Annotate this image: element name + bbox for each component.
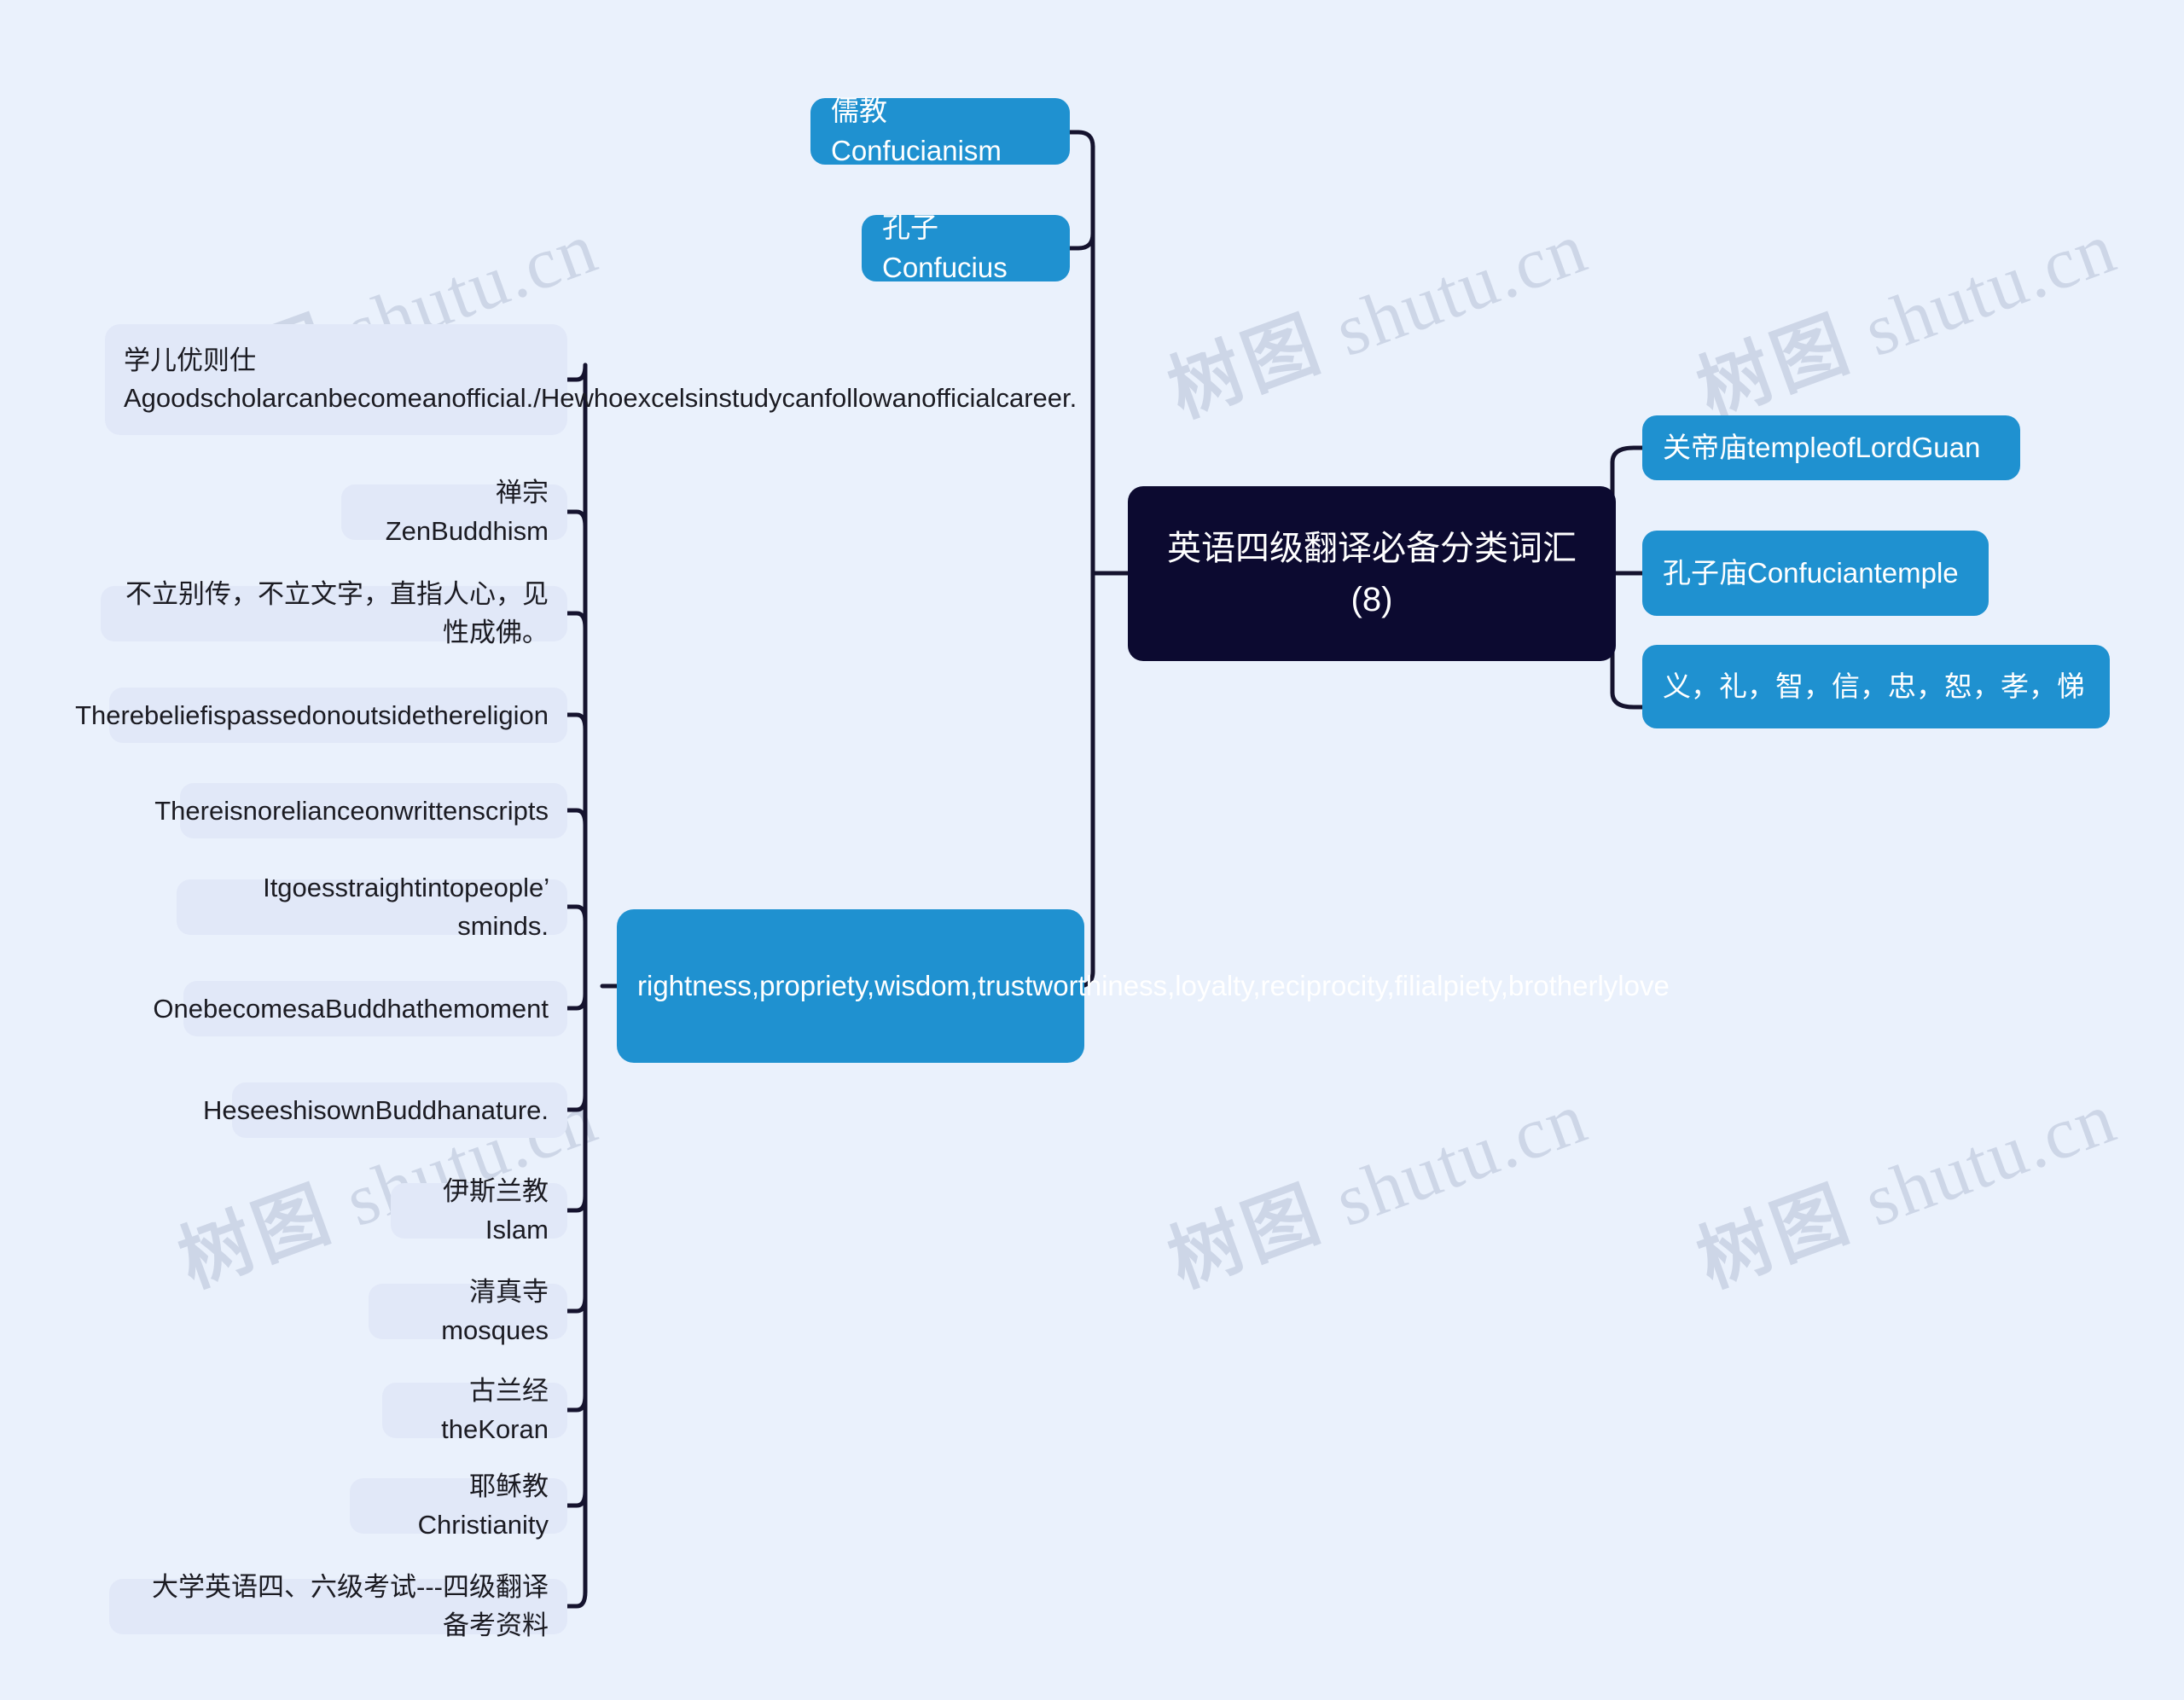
branch-node-virtues-en[interactable]: rightness,propriety,wisdom,trustworthine… [617,909,1670,1063]
leaf-node-label: 伊斯兰教Islam [443,1176,549,1245]
mindmap-canvas: 树图 shutu.cn 树图 shutu.cn 树图 shutu.cn 树图 s… [0,0,2184,1700]
leaf-node-zen-motto[interactable]: 不立别传，不立文字，直指人心，见性成佛。 [101,579,567,647]
branch-node-label: 孔子Confucius [882,212,1008,283]
edge-leaf-7 [565,991,588,1011]
edge-right-3 [1610,690,1645,710]
watermark-latin: shutu.cn [1853,1076,2127,1242]
branch-node-label: 义，礼，智，信，忠，恕，孝，悌 [1663,670,2085,702]
edge-leaf-5 [565,808,588,827]
edge-left-2 [1067,231,1095,251]
branch-node-confucius[interactable]: 孔子Confucius [862,212,1070,283]
edge-leaf-6 [565,904,588,924]
leaf-node-label: 古兰经theKoran [441,1376,549,1444]
leaf-node-zen-buddhism[interactable]: 禅宗ZenBuddhism [341,478,567,546]
leaf-node-belief-outside-religion[interactable]: Therebeliefispassedonoutsidethereligion [75,688,567,743]
watermark-cjk: 树图 [1158,1169,1335,1304]
root-node[interactable]: 英语四级翻译必备分类词汇(8) [1128,486,1616,661]
branch-node-confucian-temple[interactable]: 孔子庙Confuciantemple [1642,531,1989,616]
watermark-cjk: 树图 [1687,299,1864,434]
root-node-label: 英语四级翻译必备分类词汇(8) [1167,529,1577,618]
leaf-node-islam[interactable]: 伊斯兰教Islam [391,1176,567,1245]
leaf-node-label: 清真寺mosques [441,1277,549,1345]
edge-leaf-13 [565,1589,588,1609]
edge-leaf-4 [565,712,588,732]
leaf-node-label: Itgoesstraightintopeople’ sminds. [263,873,575,941]
edge-leaf-8 [565,1093,588,1112]
branch-node-label: rightness,propriety,wisdom,trustworthine… [637,969,1670,1001]
leaf-node-label: OnebecomesaBuddhathemoment [153,993,549,1024]
leaf-node-own-buddha-nature[interactable]: HeseeshisownBuddhanature. [203,1082,567,1138]
leaf-node-mosques[interactable]: 清真寺mosques [369,1277,567,1345]
leaf-node-label: 不立别传，不立文字，直指人心，见性成佛。 [125,579,549,647]
edge-leaf-12 [565,1488,588,1508]
edge-leaf-9 [565,1193,588,1213]
leaf-node-label: 大学英语四、六级考试---四级翻译备考资料 [152,1572,549,1640]
edge-leaf-2 [565,509,588,529]
leaf-node-label: HeseeshisownBuddhanature. [203,1094,549,1125]
watermark-text: 树图 shutu.cn [1152,188,1599,438]
leaf-node-cet-materials[interactable]: 大学英语四、六级考试---四级翻译备考资料 [109,1572,567,1640]
leaf-node-label: Therebeliefispassedonoutsidethereligion [75,699,549,730]
leaf-node-label: Thereisnorelianceonwrittenscripts [154,795,549,826]
watermark-latin: shutu.cn [1324,206,1598,372]
branch-node-virtues-cn[interactable]: 义，礼，智，信，忠，恕，孝，悌 [1642,645,2110,728]
watermark-text: 树图 shutu.cn [1152,1058,1599,1308]
leaf-node-label: 禅宗ZenBuddhism [385,478,549,546]
branch-node-label: 孔子庙Confuciantemple [1663,556,1959,589]
watermark-latin: shutu.cn [1324,1076,1598,1242]
watermark-latin: shutu.cn [1853,206,2127,372]
edge-left-1 [1067,130,1095,149]
leaf-node-becomes-buddha[interactable]: OnebecomesaBuddhathemoment [153,981,567,1036]
edge-leaf-10 [565,1294,588,1314]
leaf-node-christianity[interactable]: 耶稣教Christianity [350,1471,567,1540]
watermark-text: 树图 shutu.cn [1681,1058,2128,1308]
branch-node-confucianism[interactable]: 儒教Confucianism [810,95,1070,166]
edge-right-1 [1610,445,1645,465]
branch-node-temple-of-lord-guan[interactable]: 关帝庙templeofLordGuan [1642,415,2020,480]
leaf-node-label: 耶稣教Christianity [417,1471,549,1540]
watermark-cjk: 树图 [1687,1169,1864,1304]
watermark-layer: 树图 shutu.cn 树图 shutu.cn 树图 shutu.cn 树图 s… [0,0,2184,1700]
leaf-node-straight-into-minds[interactable]: Itgoesstraightintopeople’ sminds. [177,873,575,941]
watermark-cjk: 树图 [1158,299,1335,434]
leaf-node-label: 学儿优则仕Agoodscholarcanbecomeanofficial./He… [124,345,1077,413]
watermark-cjk: 树图 [168,1169,346,1304]
branch-node-label: 儒教Confucianism [831,95,1002,166]
branch-node-label: 关帝庙templeofLordGuan [1663,431,1981,463]
edge-leaf-11 [565,1393,588,1413]
edge-leaf-3 [565,611,588,630]
leaf-node-no-reliance-scripts[interactable]: Thereisnorelianceonwrittenscripts [154,783,567,838]
watermark-text: 树图 shutu.cn [1681,188,2128,438]
leaf-node-good-scholar[interactable]: 学儿优则仕Agoodscholarcanbecomeanofficial./He… [105,324,1077,435]
connector-lines [565,130,1645,1609]
leaf-node-the-koran[interactable]: 古兰经theKoran [382,1376,567,1444]
